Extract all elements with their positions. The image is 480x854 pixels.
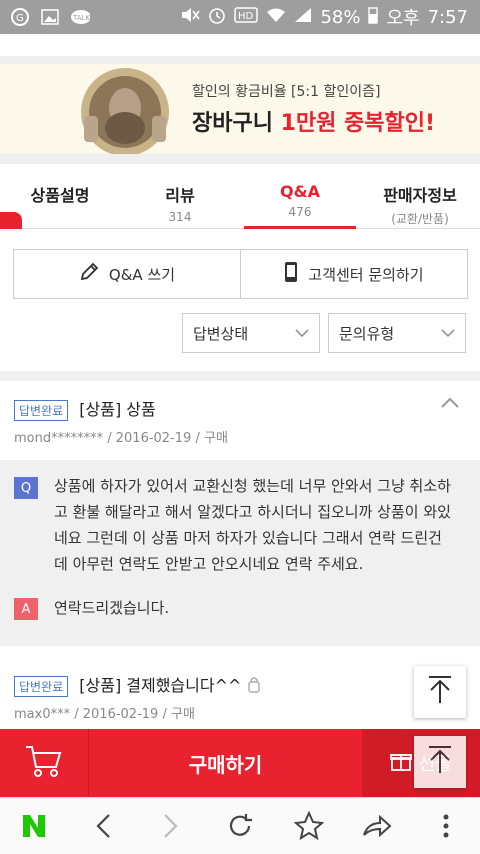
purchase-bar: 구매하기 선물: [0, 729, 480, 797]
qa-item-title: [상품] 결제했습니다^^: [79, 676, 242, 695]
hd-icon: HD: [234, 6, 259, 28]
signal-icon: [294, 7, 312, 28]
qa-actions: Q&A 쓰기 고객센터 문의하기: [13, 249, 468, 299]
inquiry-type-value: 문의유형: [339, 324, 395, 343]
svg-text:TALK: TALK: [72, 14, 90, 22]
tab-label: 리뷰: [165, 186, 195, 205]
time-clock: 7:57: [427, 6, 468, 28]
arrow-up-icon: [427, 745, 453, 779]
statue-illustration: [70, 64, 180, 156]
mute-icon: [180, 6, 201, 29]
battery-icon: [368, 6, 379, 29]
answer-row: A 연락드리겠습니다.: [14, 598, 454, 621]
cart-icon: [24, 743, 64, 783]
question-mark: Q: [14, 477, 38, 499]
qa-detail: Q 상품에 하자가 있어서 교환신청 했는데 너무 안와서 그냥 취소하고 환불…: [0, 460, 480, 646]
back-icon[interactable]: [85, 808, 121, 844]
tab-count: 314: [168, 210, 192, 224]
product-tabs: 상품설명 리뷰 314 Q&A 476 판매자정보 (교환/반품): [0, 164, 480, 229]
contact-center-button[interactable]: 고객센터 문의하기: [240, 250, 467, 298]
contact-center-label: 고객센터 문의하기: [308, 265, 424, 284]
pencil-icon: [79, 262, 99, 286]
date: 2016-02-19: [82, 707, 159, 722]
arrow-up-icon: [427, 675, 453, 709]
status-bar: G TALK HD 58% 오후 7:57: [0, 0, 480, 34]
qa-list-item[interactable]: 답변완료 [상품] 상품 mond******** / 2016-02-19 /…: [0, 381, 480, 460]
purchase-type: 구매: [203, 431, 228, 446]
write-qa-label: Q&A 쓰기: [108, 265, 176, 284]
buy-button[interactable]: 구매하기: [89, 729, 362, 797]
more-menu-icon[interactable]: [428, 808, 464, 844]
share-icon[interactable]: [359, 808, 395, 844]
tab-count: (교환/반품): [391, 212, 449, 226]
answer-text: 연락드리겠습니다.: [54, 599, 170, 617]
tab-label: Q&A: [280, 182, 320, 201]
question-row: Q 상품에 하자가 있어서 교환신청 했는데 너무 안와서 그냥 취소하고 환불…: [14, 477, 454, 577]
bookmark-star-icon[interactable]: [291, 808, 327, 844]
banner-title-part: 장바구니: [192, 111, 281, 136]
svg-text:G: G: [16, 13, 24, 24]
phone-icon: [284, 261, 298, 287]
tab-reviews[interactable]: 리뷰 314: [120, 164, 240, 228]
scroll-top-button[interactable]: [414, 666, 466, 718]
purchase-type: 구매: [170, 707, 195, 722]
wifi-icon: [266, 7, 286, 28]
qa-item-title: [상품] 상품: [79, 400, 156, 419]
svg-text:HD: HD: [238, 11, 254, 22]
answer-mark: A: [14, 598, 38, 620]
cart-button[interactable]: [0, 729, 89, 797]
answer-status-select[interactable]: 답변상태: [182, 313, 320, 353]
date: 2016-02-19: [115, 431, 192, 446]
promo-banner[interactable]: 할인의 황금비율 [5:1 할인이즘] 장바구니 1만원 중복할인!: [0, 64, 480, 156]
time-ampm: 오후: [386, 8, 420, 29]
status-badge: 답변완료: [14, 400, 69, 421]
tab-count: 476: [288, 205, 312, 219]
battery-percent: 58%: [320, 6, 361, 28]
forward-icon[interactable]: [153, 808, 189, 844]
lock-icon: [247, 676, 261, 695]
refresh-icon[interactable]: [222, 808, 258, 844]
naver-home-icon[interactable]: [16, 808, 52, 844]
notification-app-icon: G: [10, 8, 30, 26]
banner-title: 장바구니 1만원 중복할인!: [192, 105, 435, 137]
talk-icon: TALK: [70, 8, 90, 26]
gift-icon: [390, 750, 413, 777]
tab-label: 상품설명: [30, 186, 90, 205]
browser-toolbar: [0, 797, 480, 854]
tab-qa[interactable]: Q&A 476: [240, 164, 360, 229]
author: max0***: [14, 707, 71, 722]
status-badge: 답변완료: [14, 676, 69, 697]
qa-filters: 답변상태 문의유형: [182, 313, 466, 353]
inquiry-type-select[interactable]: 문의유형: [328, 313, 466, 353]
alarm-icon: [208, 6, 226, 29]
question-text: 상품에 하자가 있어서 교환신청 했는데 너무 안와서 그냥 취소하고 환불 해…: [54, 477, 451, 573]
gallery-icon: [40, 8, 60, 26]
qa-list-item[interactable]: 답변완료 [상품] 결제했습니다^^ max0*** / 2016-02-19 …: [0, 656, 480, 729]
scroll-top-button-overlay[interactable]: [414, 736, 466, 788]
qa-item-meta: max0*** / 2016-02-19 / 구매: [14, 707, 195, 722]
tab-label: 판매자정보: [383, 186, 457, 205]
chevron-down-icon: [295, 324, 309, 342]
chevron-down-icon: [441, 324, 455, 342]
qa-item-meta: mond******** / 2016-02-19 / 구매: [14, 431, 228, 446]
chevron-up-icon[interactable]: [440, 395, 460, 414]
answer-status-value: 답변상태: [193, 324, 249, 343]
author: mond********: [14, 431, 104, 446]
write-qa-button[interactable]: Q&A 쓰기: [14, 250, 240, 298]
page-header-strip: [0, 34, 480, 56]
banner-highlight: 1만원 중복할인!: [280, 111, 436, 136]
tab-seller-info[interactable]: 판매자정보 (교환/반품): [360, 164, 480, 228]
banner-subtitle: 할인의 황금비율 [5:1 할인이즘]: [192, 84, 381, 100]
section-divider: [0, 371, 480, 381]
